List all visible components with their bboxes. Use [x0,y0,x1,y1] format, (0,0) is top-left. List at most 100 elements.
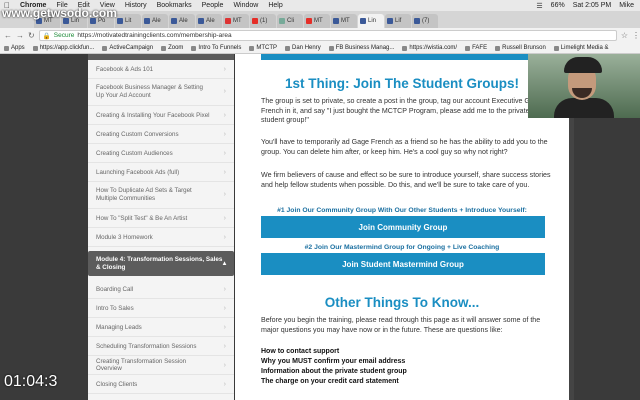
clock[interactable]: Sat 2:05 PM [573,2,612,10]
sidebar-lesson-item[interactable]: Facebook & Ads 101 › [88,60,234,79]
tab-favicon-icon [279,18,285,24]
bookmark-item[interactable]: https://app.clickfun... [32,45,95,51]
browser-tab[interactable]: MT [331,14,357,28]
sidebar-lesson-item[interactable]: Module 3 Homework › [88,228,234,247]
browser-tab[interactable]: MT [223,14,249,28]
chevron-right-icon: › [223,342,226,350]
sidebar-lesson-item[interactable]: Scheduling Transformation Sessions › [88,337,234,356]
bookmark-item[interactable]: ActiveCampaign [102,45,153,51]
presenter-body [554,98,614,118]
address-bar[interactable]: 🔒 Secure https://motivatedtrainingclient… [38,30,617,41]
bookmark-item[interactable]: https://wistia.com/ [402,45,457,51]
bookmark-icon [4,45,9,51]
bookmark-label: Intro To Funnels [198,45,242,51]
sidebar-lesson-label: Closing Clients [96,380,138,388]
user-name[interactable]: Mike [619,2,634,10]
bookmark-item[interactable]: FAFE [465,45,487,51]
secure-label: Secure [53,32,75,39]
bookmark-item[interactable]: FB Business Manag... [328,45,395,51]
tab-favicon-icon [225,18,231,24]
bookmark-label: ActiveCampaign [109,45,154,51]
sidebar-lesson-item[interactable]: Intro To Sales › [88,299,234,318]
sidebar-lesson-item[interactable]: Closing Clients › [88,375,234,394]
question-item: Why you MUST confirm your email address [261,358,406,365]
menu-bookmarks[interactable]: Bookmarks [157,2,192,9]
wifi-icon[interactable]: ☰ [536,2,542,10]
bookmark-item[interactable]: Zoom [161,45,183,51]
sidebar-lesson-item[interactable]: Creating Transformation Session Overview… [88,356,234,375]
course-sidebar: Facebook & Ads 101 › Facebook Business Man… [88,54,234,400]
bookmark-label: FB Business Manag... [335,45,395,51]
main-content: 1st Thing: Join The Student Groups! The … [235,54,569,400]
chevron-right-icon: › [223,380,226,388]
browser-tab[interactable]: Lit [115,14,141,28]
bookmark-icon [32,45,38,51]
bookmark-item[interactable]: MTCTP [249,45,277,51]
bookmark-label: Dan Henry [292,45,321,51]
chevron-right-icon: › [223,304,226,312]
browser-tab[interactable]: (1) [250,14,276,28]
bookmark-item[interactable]: Limelight Media & [553,45,609,51]
browser-tab[interactable]: Lin [358,14,384,28]
bookmark-icon [161,45,167,51]
sidebar-lesson-item[interactable]: Launching Facebook Ads (full) › [88,163,234,182]
menu-history[interactable]: History [125,2,147,9]
bookmark-label: FAFE [472,45,488,51]
tab-favicon-icon [414,18,420,24]
browser-tab[interactable]: MT [304,14,330,28]
bookmark-label: Limelight Media & [560,45,609,51]
paragraph-before-training: Before you begin the training, please re… [261,316,541,334]
join-community-group-button[interactable]: Join Community Group [261,216,545,238]
bookmark-icon [102,45,108,51]
bookmark-item[interactable]: Russell Brunson [495,45,546,51]
sidebar-lesson-item[interactable]: Creating Custom Audiences › [88,144,234,163]
battery-status[interactable]: 66% [551,2,565,10]
browser-tab[interactable]: Lif [385,14,411,28]
sidebar-lesson-item[interactable]: Creating Custom Conversions › [88,125,234,144]
sidebar-lesson-label: Intro To Sales [96,304,134,312]
sidebar-lesson-label: Creating Transformation Session Overview [96,358,187,372]
bookmark-item[interactable]: Dan Henry [285,45,321,51]
browser-tab[interactable]: (7) [412,14,438,28]
chevron-up-icon: ▴ [222,259,226,267]
browser-tab[interactable]: Ale [142,14,168,28]
paragraph-group-private: The group is set to private, so create a… [261,97,542,125]
bookmark-label: Zoom [168,45,184,51]
sidebar-lesson-label: How To Duplicate Ad Sets & Target Multip… [96,187,192,202]
sidebar-lesson-label: Module 3 Homework [96,233,153,241]
sidebar-lesson-item[interactable]: Facebook Business Manager & Setting Up Y… [88,79,234,106]
menu-icon[interactable]: ⋮ [632,31,640,40]
sidebar-lesson-item[interactable]: How To "Split Test" & Be An Artist › [88,209,234,228]
sidebar-lesson-item[interactable]: How To Duplicate Ad Sets & Target Multip… [88,182,234,209]
browser-tab[interactable]: Cli [277,14,303,28]
back-icon[interactable]: ← [4,31,12,40]
bookmark-item[interactable]: Intro To Funnels [191,45,241,51]
sidebar-lesson-item[interactable]: Creating & Installing Your Facebook Pixe… [88,106,234,125]
sidebar-lesson-item[interactable]: Boarding Call › [88,280,234,299]
reload-icon[interactable]: ↻ [28,31,35,40]
sidebar-lesson-item[interactable]: Managing Leads › [88,318,234,337]
menu-window[interactable]: Window [233,2,258,9]
menu-people[interactable]: People [202,2,224,9]
star-icon[interactable]: ☆ [621,31,628,40]
tab-favicon-icon [144,18,150,24]
bookmark-icon [191,45,197,51]
menu-help[interactable]: Help [268,2,282,9]
browser-tab[interactable]: Ale [169,14,195,28]
sidebar-lesson-item[interactable]: Bonus: The Sales Process› [88,394,234,400]
bookmark-item[interactable]: Apps [4,45,25,51]
browser-toolbar: ← → ↻ 🔒 Secure https://motivatedtraining… [0,28,640,43]
forward-icon[interactable]: → [16,31,24,40]
join-mastermind-group-button[interactable]: Join Student Mastermind Group [261,253,545,275]
tab-label: (1) [260,18,268,24]
status-area: ☰ 66% Sat 2:05 PM Mike [536,2,640,10]
chevron-right-icon: › [223,323,226,331]
url-text[interactable]: https://motivatedtrainingclients.com/mem… [77,32,231,39]
browser-tab[interactable]: Ale [196,14,222,28]
chevron-right-icon: › [223,361,226,369]
tab-label: Ale [179,18,188,24]
sidebar-module-4[interactable]: Module 4: Transformation Sessions, Sales… [88,251,234,276]
chevron-right-icon: › [223,285,226,293]
video-timer: 01:04:3 [4,373,58,390]
bookmark-label: https://app.clickfun... [39,45,95,51]
